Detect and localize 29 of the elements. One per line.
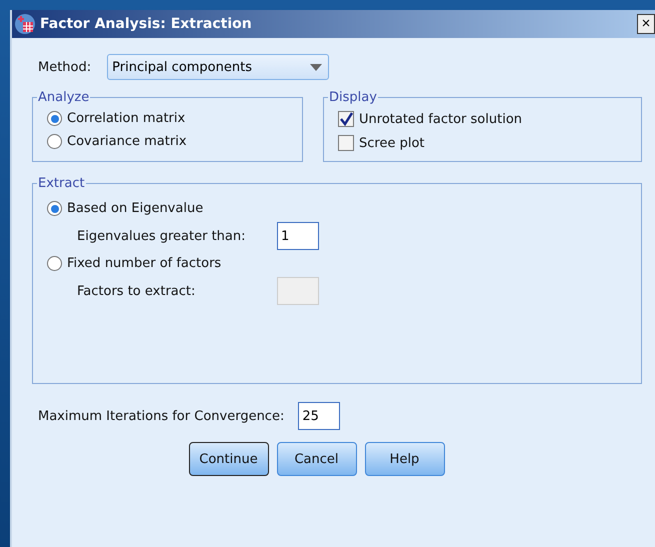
option-label: Unrotated factor solution [359,112,522,126]
option-label: Scree plot [359,136,425,150]
checkbox[interactable] [338,111,354,127]
group-title: Analyze [37,90,90,105]
iterations-label: Maximum Iterations for Convergence: [38,408,284,424]
radio-button[interactable] [47,201,62,216]
radio-button[interactable] [47,134,62,149]
checkbox[interactable] [338,135,354,151]
caret-icon [310,64,322,70]
table-icon [14,13,36,35]
group-title: Display [328,90,378,105]
dialog-button[interactable]: Help [364,442,444,476]
dialog-button[interactable]: Cancel [276,442,356,476]
option-label: Covariance matrix [67,134,187,149]
group-title: Extract [37,176,86,191]
field-label: Factors to extract: [77,284,196,298]
option-label: Correlation matrix [67,111,186,126]
field-label: Eigenvalues greater than: [77,228,246,244]
dialog-button[interactable]: Continue [188,442,268,476]
option-label: Based on Eigenvalue [67,201,204,216]
window-title: Factor Analysis: Extraction [40,16,253,32]
input-field[interactable]: 1 [277,222,319,250]
close-button[interactable]: × [637,14,655,34]
option-label: Fixed number of factors [67,256,222,271]
method-label: Method: [38,60,92,74]
radio-button[interactable] [47,111,62,126]
radio-button[interactable] [47,256,62,271]
method-dropdown[interactable]: Principal components [107,54,330,80]
input-field[interactable]: 25 [298,402,340,430]
